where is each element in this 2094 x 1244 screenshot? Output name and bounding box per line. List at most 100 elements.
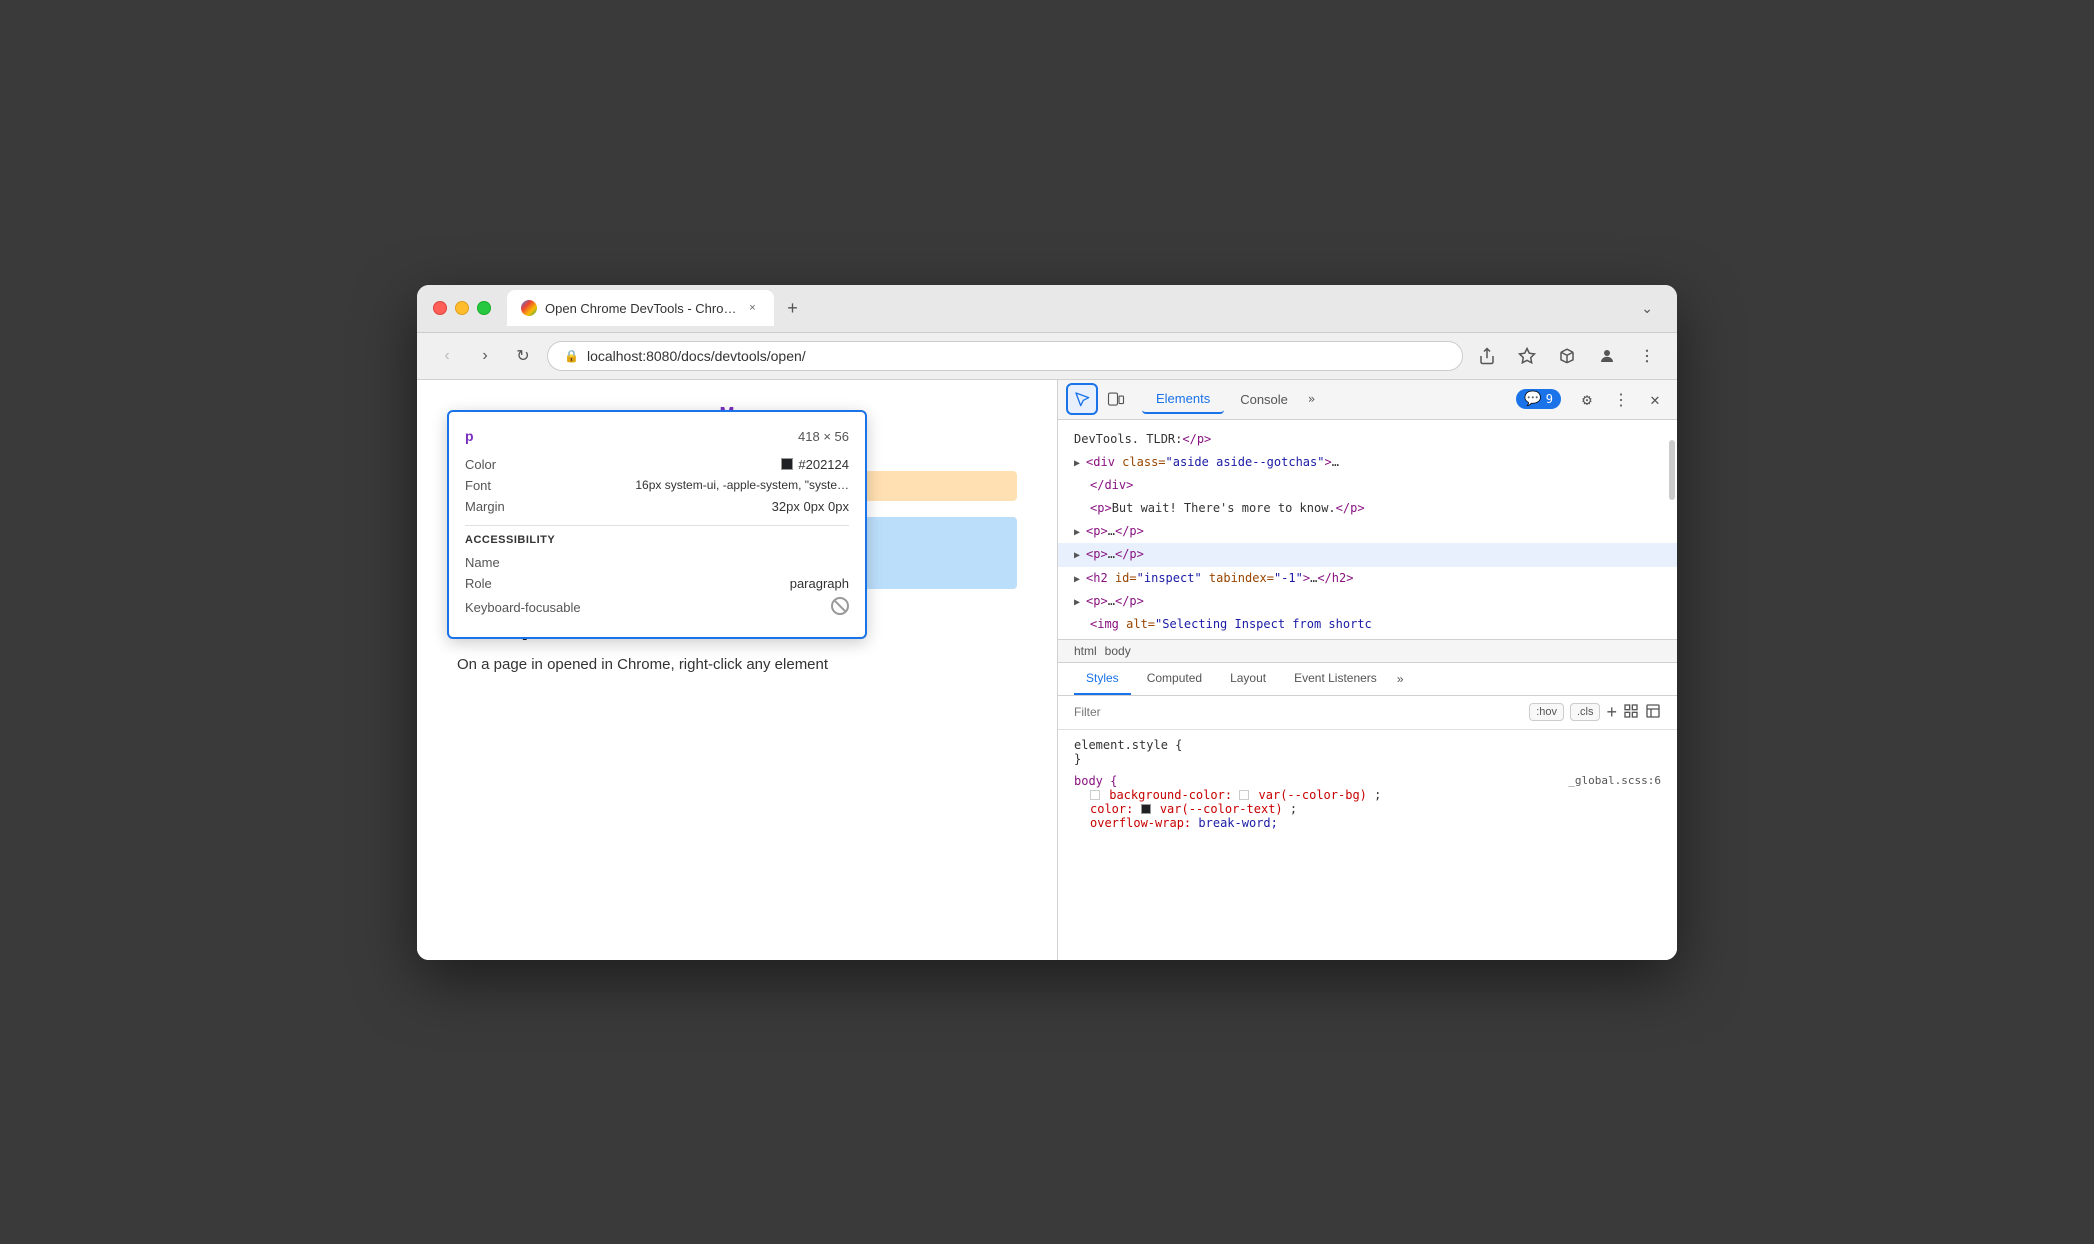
tab-chevron-icon[interactable]: ⌄: [1641, 300, 1661, 317]
tab-close-button[interactable]: ×: [744, 300, 760, 316]
tooltip-keyboard-row: Keyboard-focusable: [465, 594, 849, 621]
devtools-header: Elements Console » 💬 9 ⚙ ⋮ ✕: [1058, 380, 1677, 420]
tab-elements[interactable]: Elements: [1142, 385, 1224, 414]
hover-filter-button[interactable]: :hov: [1529, 703, 1564, 721]
dom-breadcrumb: html body: [1058, 640, 1677, 663]
address-bar: ‹ › ↻ 🔒 localhost:8080/docs/devtools/ope…: [417, 333, 1677, 380]
console-badge[interactable]: 💬 9: [1516, 389, 1561, 409]
tooltip-margin-row: Margin 32px 0px 0px: [465, 496, 849, 517]
maximize-window-button[interactable]: [477, 301, 491, 315]
share-icon[interactable]: [1473, 342, 1501, 370]
minimize-window-button[interactable]: [455, 301, 469, 315]
extension-icon[interactable]: [1553, 342, 1581, 370]
tab-console[interactable]: Console: [1226, 386, 1302, 413]
styles-tab-computed[interactable]: Computed: [1135, 663, 1214, 695]
color-swatch: [1141, 804, 1151, 814]
layout-icon-button[interactable]: [1645, 703, 1661, 722]
tooltip-color-label: Color: [465, 457, 496, 472]
css-prop-overflow[interactable]: overflow-wrap: break-word;: [1074, 816, 1661, 830]
styles-filter-bar: :hov .cls +: [1058, 696, 1677, 730]
close-window-button[interactable]: [433, 301, 447, 315]
dom-line[interactable]: ▶ <div class="aside aside--gotchas">…: [1058, 451, 1677, 474]
tooltip-margin-label: Margin: [465, 499, 505, 514]
styles-content: element.style { } body { _global.scss:6 …: [1058, 730, 1677, 960]
new-tab-button[interactable]: +: [778, 294, 806, 322]
settings-button[interactable]: ⚙: [1573, 385, 1601, 413]
traffic-lights: [433, 301, 491, 315]
chat-icon: 💬: [1524, 391, 1541, 407]
dom-line[interactable]: ▶ <p>…</p>: [1058, 590, 1677, 613]
tooltip-color-row: Color #202124: [465, 454, 849, 475]
color-swatch: [781, 458, 793, 470]
styles-filter-input[interactable]: [1074, 705, 1521, 719]
device-toolbar-button[interactable]: [1102, 385, 1130, 413]
css-prop-background[interactable]: background-color: var(--color-bg) ;: [1074, 788, 1661, 802]
dom-line-selected[interactable]: ▶ <p>…</p>: [1058, 543, 1677, 566]
tooltip-margin-value: 32px 0px 0px: [772, 499, 849, 514]
toolbar-icons: [1473, 342, 1661, 370]
back-button[interactable]: ‹: [433, 342, 461, 370]
more-options-icon[interactable]: [1633, 342, 1661, 370]
cls-filter-button[interactable]: .cls: [1570, 703, 1601, 721]
styles-tabs: Styles Computed Layout Event Listeners »: [1058, 663, 1677, 696]
css-rule-element-style: element.style { }: [1074, 738, 1661, 766]
tooltip-font-label: Font: [465, 478, 491, 493]
dom-line[interactable]: ▶ <p>…</p>: [1058, 520, 1677, 543]
css-closing-brace: }: [1074, 752, 1661, 766]
tab-bar: Open Chrome DevTools - Chro… × + ⌄: [507, 290, 1661, 326]
tooltip-element-tag: p: [465, 428, 474, 444]
styles-panel: Styles Computed Layout Event Listeners »…: [1058, 663, 1677, 960]
dom-scrollbar[interactable]: [1669, 440, 1675, 500]
devtools-tabs: Elements Console »: [1142, 385, 1319, 414]
add-style-button[interactable]: +: [1606, 702, 1617, 723]
url-bar[interactable]: 🔒 localhost:8080/docs/devtools/open/: [547, 341, 1463, 371]
bookmark-icon[interactable]: [1513, 342, 1541, 370]
url-text: localhost:8080/docs/devtools/open/: [587, 348, 1446, 364]
main-area: p 418 × 56 Color #202124 Font 16px syste…: [417, 380, 1677, 960]
dom-line[interactable]: <img alt="Selecting Inspect from shortc: [1058, 613, 1677, 636]
devtools-panel: Elements Console » 💬 9 ⚙ ⋮ ✕ DevTools. T…: [1057, 380, 1677, 960]
title-bar: Open Chrome DevTools - Chro… × + ⌄: [417, 285, 1677, 333]
inspect-element-button[interactable]: [1066, 383, 1098, 415]
close-devtools-button[interactable]: ✕: [1641, 385, 1669, 413]
css-rule-body: body { _global.scss:6 background-color: …: [1074, 774, 1661, 830]
person-icon[interactable]: [1593, 342, 1621, 370]
tooltip-font-row: Font 16px system-ui, -apple-system, "sys…: [465, 475, 849, 496]
more-tabs-button[interactable]: »: [1304, 388, 1319, 410]
css-prop-color[interactable]: color: var(--color-text) ;: [1074, 802, 1661, 816]
badge-count: 9: [1546, 392, 1553, 406]
tab-title: Open Chrome DevTools - Chro…: [545, 301, 736, 316]
styles-tab-event-listeners[interactable]: Event Listeners: [1282, 663, 1389, 695]
lock-icon: 🔒: [564, 349, 579, 363]
tooltip-keyboard-value: [831, 597, 849, 618]
dom-tree: DevTools. TLDR:</p> ▶ <div class="aside …: [1058, 420, 1677, 640]
tooltip-name-row: Name: [465, 552, 849, 573]
styles-filter-actions: :hov .cls +: [1529, 702, 1661, 723]
css-selector-element: element.style {: [1074, 738, 1661, 752]
more-options-button[interactable]: ⋮: [1607, 385, 1635, 413]
styles-tab-styles[interactable]: Styles: [1074, 663, 1131, 695]
active-tab[interactable]: Open Chrome DevTools - Chro… ×: [507, 290, 774, 326]
style-icon-button[interactable]: [1623, 703, 1639, 722]
tooltip-name-label: Name: [465, 555, 500, 570]
css-body-header: body { _global.scss:6: [1074, 774, 1661, 788]
styles-more-tabs-button[interactable]: »: [1393, 664, 1408, 694]
tooltip-color-value: #202124: [781, 457, 849, 472]
browser-window: Open Chrome DevTools - Chro… × + ⌄ ‹ › ↻…: [417, 285, 1677, 960]
tooltip-role-value: paragraph: [790, 576, 849, 591]
tooltip-accessibility-title: ACCESSIBILITY: [465, 534, 849, 546]
dom-line[interactable]: ▶ <h2 id="inspect" tabindex="-1">…</h2>: [1058, 567, 1677, 590]
tooltip-font-value: 16px system-ui, -apple-system, "syste…: [635, 478, 849, 492]
forward-button[interactable]: ›: [471, 342, 499, 370]
tooltip-dimension: 418 × 56: [798, 429, 849, 444]
reload-button[interactable]: ↻: [509, 342, 537, 370]
devtools-actions: ⚙ ⋮ ✕: [1573, 385, 1669, 413]
styles-tab-layout[interactable]: Layout: [1218, 663, 1278, 695]
dom-line[interactable]: DevTools. TLDR:</p>: [1058, 428, 1677, 451]
page-content: p 418 × 56 Color #202124 Font 16px syste…: [417, 380, 1057, 960]
breadcrumb-body[interactable]: body: [1105, 644, 1131, 658]
tab-favicon: [521, 300, 537, 316]
dom-line[interactable]: </div>: [1058, 474, 1677, 497]
dom-line[interactable]: <p>But wait! There's more to know.</p>: [1058, 497, 1677, 520]
breadcrumb-html[interactable]: html: [1074, 644, 1097, 658]
